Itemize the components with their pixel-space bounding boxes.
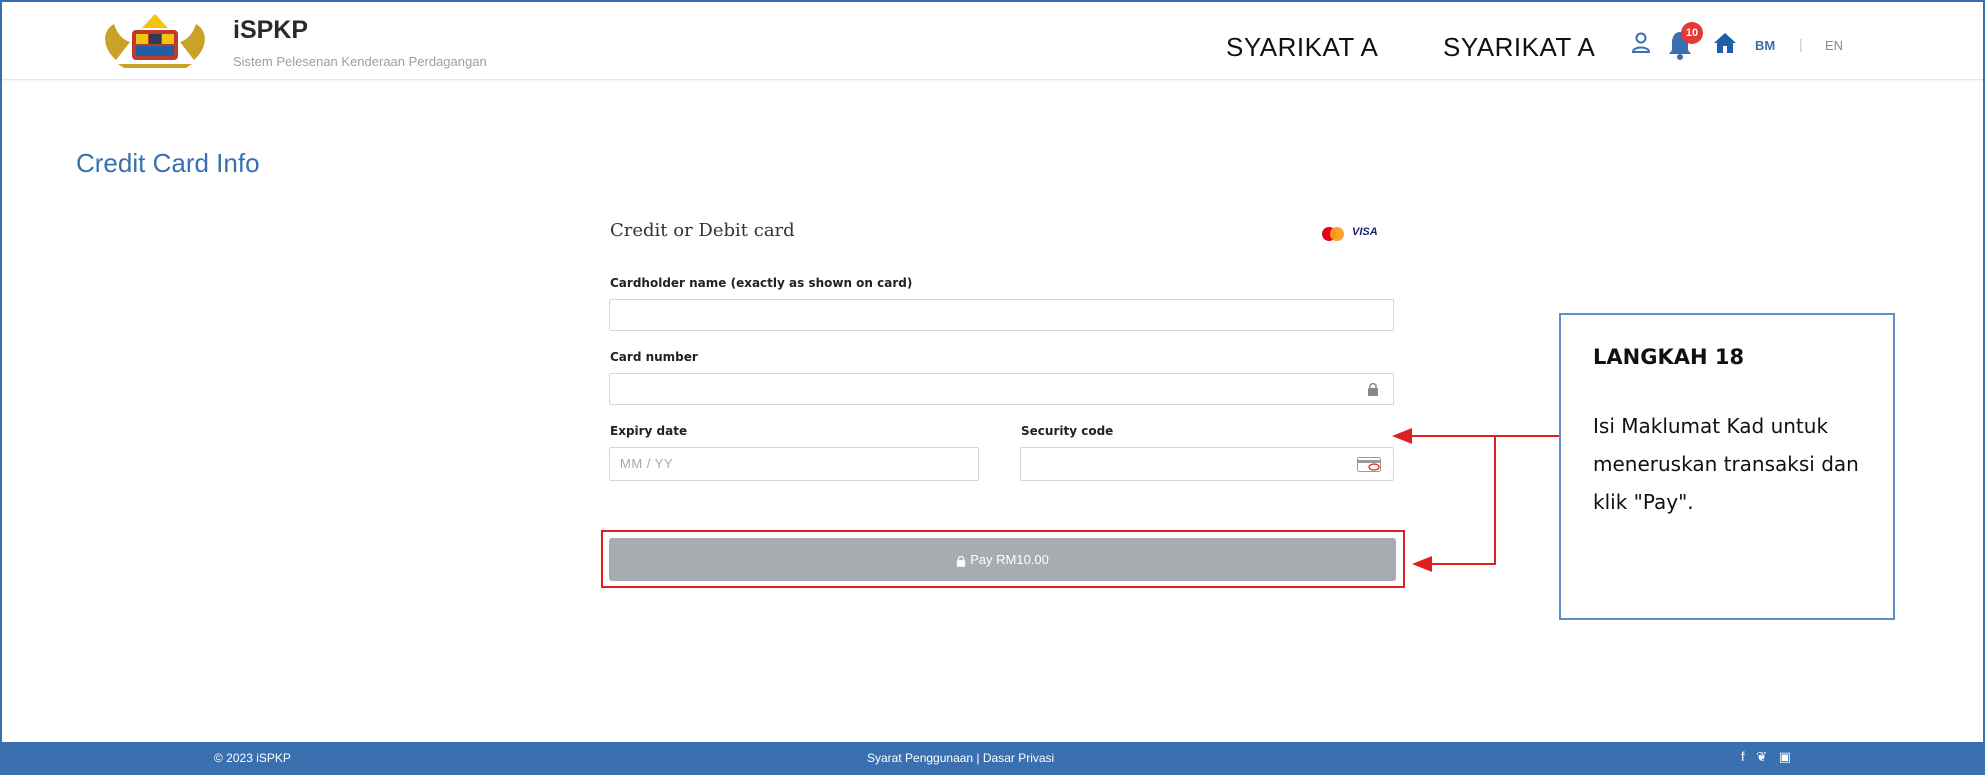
callout-body: Isi Maklumat Kad untuk meneruskan transa… (1593, 414, 1859, 514)
social-icons-text[interactable]: f ❦ ▣ (1741, 749, 1795, 764)
footer: © 2023 iSPKP Syarat Penggunaan | Dasar P… (2, 742, 1983, 773)
instruction-callout: LANGKAH 18 Isi Maklumat Kad untuk meneru… (1559, 313, 1895, 620)
callout-title: LANGKAH 18 (1593, 345, 1745, 369)
footer-copyright: © 2023 iSPKP (214, 751, 291, 765)
social-icons[interactable]: f ❦ ▣ (1741, 749, 1795, 765)
footer-links[interactable]: Syarat Penggunaan | Dasar Privasi (867, 751, 1054, 765)
